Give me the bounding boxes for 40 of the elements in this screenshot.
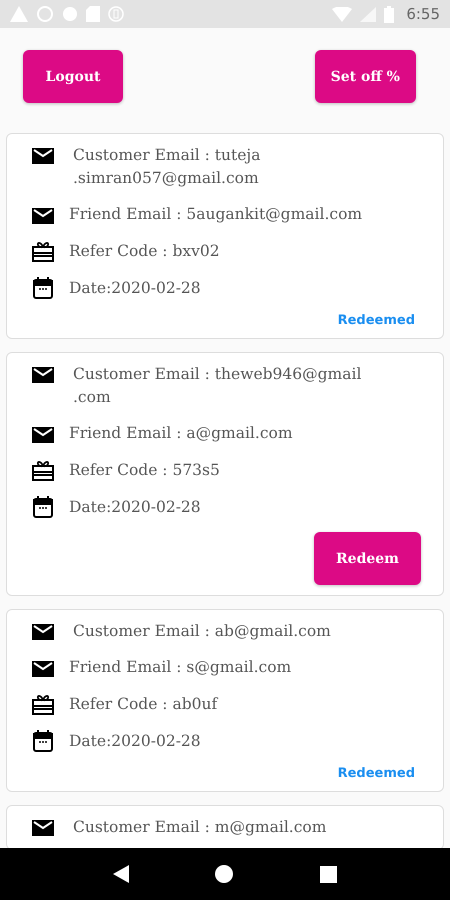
mail-icon	[31, 365, 55, 385]
mail-icon	[31, 658, 55, 678]
friend-email: Friend Email : 5augankit@gmail.com	[69, 204, 364, 225]
calendar-icon	[31, 495, 55, 519]
customer-email: Customer Email : m@gmail.com	[73, 817, 328, 838]
mail-icon	[31, 206, 55, 226]
refer-code: Refer Code : ab0uf	[69, 694, 220, 714]
sd-card-icon	[86, 6, 100, 22]
set-off-button[interactable]: Set off %	[314, 50, 416, 103]
customer-email: Customer Email : ab@gmail.com	[73, 621, 332, 642]
mail-icon	[31, 818, 55, 838]
clock-time: 6:55	[406, 5, 440, 23]
gift-icon	[31, 458, 55, 482]
back-icon[interactable]	[113, 865, 130, 883]
redeemed-link[interactable]: Redeemed	[338, 766, 415, 781]
circle-icon	[62, 6, 78, 22]
gift-icon	[31, 692, 55, 716]
wifi-icon	[332, 6, 352, 22]
home-icon[interactable]	[215, 865, 234, 883]
calendar-icon	[31, 729, 55, 753]
mail-icon	[31, 424, 55, 444]
date-text: Date:2020-02-28	[69, 496, 202, 518]
redeemed-link[interactable]: Redeemed	[338, 313, 415, 328]
battery-icon	[384, 6, 394, 22]
customer-email: Customer Email : tuteja .simran057@gmail.com	[73, 145, 262, 189]
recents-icon[interactable]	[320, 866, 337, 882]
mail-icon	[31, 622, 55, 642]
date-text: Date:2020-02-28	[69, 278, 202, 298]
logout-button[interactable]: Logout	[23, 50, 123, 103]
warning-icon	[10, 6, 28, 22]
customer-email: Customer Email : theweb946@gmail .com	[73, 364, 362, 408]
friend-email: Friend Email : a@gmail.com	[69, 423, 294, 444]
gift-icon	[31, 239, 55, 263]
redeem-button[interactable]: Redeem	[314, 532, 421, 585]
refer-code: Refer Code : 573s5	[69, 460, 221, 480]
friend-email: Friend Email : s@gmail.com	[69, 657, 292, 678]
refer-code: Refer Code : bxv02	[69, 240, 221, 262]
mail-icon	[31, 146, 55, 166]
date-text: Date:2020-02-28	[69, 730, 202, 752]
calendar-icon	[31, 276, 55, 300]
